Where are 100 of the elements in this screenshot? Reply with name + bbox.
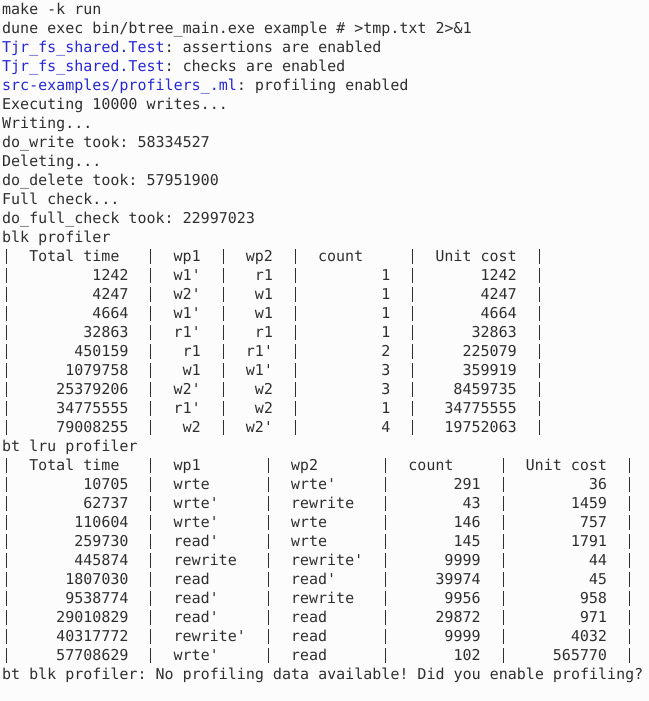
table-cell-text: 146 bbox=[452, 513, 482, 532]
table-cell-text: read bbox=[290, 627, 328, 646]
table-cell-text: 8459735 bbox=[452, 380, 518, 399]
table-cell-text: w2 bbox=[254, 399, 274, 418]
table-cell-text: rewrite' bbox=[290, 551, 364, 570]
table-cell-text: 4247 bbox=[91, 285, 130, 304]
table-cell-text: read' bbox=[290, 570, 338, 589]
table-cell-text: 1 bbox=[380, 304, 392, 323]
table-cell-text: r1' bbox=[172, 399, 202, 418]
table-cell-text: 110604 bbox=[73, 513, 130, 532]
column-header: Total time bbox=[28, 456, 120, 475]
table-cell-text: w1 bbox=[254, 304, 274, 323]
table-cell-text: 9999 bbox=[443, 551, 482, 570]
table-cell-text: 4664 bbox=[91, 304, 130, 323]
table-cell-text: 62737 bbox=[82, 494, 130, 513]
output-line: make -k run bbox=[2, 0, 102, 19]
table-cell-text: 757 bbox=[578, 513, 608, 532]
table-cell-text: 1242 bbox=[91, 266, 130, 285]
output-line: do_delete took: 57951900 bbox=[2, 171, 220, 190]
table-cell-text: wrte' bbox=[172, 513, 220, 532]
table-cell-text: r1 bbox=[254, 323, 274, 342]
table-cell-text: wrte bbox=[290, 513, 328, 532]
table-cell-text: 1242 bbox=[480, 266, 518, 285]
table-cell-text: w1' bbox=[244, 361, 274, 380]
table-cell-text: read bbox=[290, 608, 328, 627]
table-cell-text: 10705 bbox=[82, 475, 130, 494]
table-cell-text: 225079 bbox=[461, 342, 518, 361]
output-line: blk profiler bbox=[2, 228, 112, 247]
table-cell-text: 3 bbox=[380, 380, 392, 399]
table-cell-text: 36 bbox=[588, 475, 608, 494]
table-cell-text: 565770 bbox=[552, 646, 608, 665]
table-cell-text: read' bbox=[172, 589, 220, 608]
table-cell-text: 4247 bbox=[480, 285, 518, 304]
table-cell-text: 34775555 bbox=[55, 399, 130, 418]
table-cell-text: 1 bbox=[380, 285, 392, 304]
table-cell-text: 39974 bbox=[434, 570, 482, 589]
table-cell-text: wrte' bbox=[172, 494, 220, 513]
table-cell-text: rewrite bbox=[290, 494, 356, 513]
output-line: Deleting... bbox=[2, 152, 102, 171]
table-cell-text: w2' bbox=[172, 285, 202, 304]
table-cell-text: wrte' bbox=[290, 475, 338, 494]
output-line: Tjr_fs_shared.Test: checks are enabled bbox=[2, 57, 346, 76]
column-header: Unit cost bbox=[524, 456, 608, 475]
table-cell-text: read bbox=[172, 570, 211, 589]
table-cell-text: 1079758 bbox=[64, 361, 130, 380]
table-cell-text: 971 bbox=[578, 608, 608, 627]
table-cell-text: 359919 bbox=[461, 361, 518, 380]
column-header: count bbox=[407, 456, 454, 475]
table-cell-text: 29872 bbox=[434, 608, 482, 627]
table-cell-text: 43 bbox=[461, 494, 482, 513]
table-cell-text: 1459 bbox=[570, 494, 608, 513]
table-cell-text: 958 bbox=[578, 589, 608, 608]
table-cell-text: wrte' bbox=[172, 646, 220, 665]
table-cell-text: 9538774 bbox=[64, 589, 130, 608]
table-cell-text: 1 bbox=[380, 323, 392, 342]
column-header: Unit cost bbox=[434, 247, 518, 266]
output-line: do_full_check took: 22997023 bbox=[2, 209, 256, 228]
table-cell-text: w1 bbox=[182, 361, 202, 380]
table-cell-text: 445874 bbox=[73, 551, 130, 570]
table-cell-text: 40317772 bbox=[55, 627, 130, 646]
table-cell-text: 102 bbox=[452, 646, 482, 665]
table-cell-text: 34775555 bbox=[443, 399, 518, 418]
table-cell-text: r1 bbox=[254, 266, 274, 285]
table-cell-text: 4664 bbox=[480, 304, 518, 323]
table-cell-text: 1791 bbox=[570, 532, 608, 551]
table-cell-text: 4032 bbox=[570, 627, 608, 646]
table-cell-text: w2 bbox=[182, 418, 202, 437]
column-header: Total time bbox=[28, 247, 120, 266]
table-cell-text: rewrite bbox=[290, 589, 356, 608]
table-cell-text: rewrite bbox=[172, 551, 238, 570]
table-cell-text: r1' bbox=[244, 342, 274, 361]
table-cell-text: read bbox=[290, 646, 328, 665]
table-cell-text: 45 bbox=[588, 570, 608, 589]
table-cell-text: r1' bbox=[172, 323, 202, 342]
output-line: src-examples/profilers_.ml: profiling enabled bbox=[2, 76, 410, 95]
table-cell-text: 19752063 bbox=[443, 418, 518, 437]
column-header: wp2 bbox=[244, 247, 274, 266]
output-line: Tjr_fs_shared.Test: assertions are enabled bbox=[2, 38, 382, 57]
column-header: wp1 bbox=[172, 456, 202, 475]
column-header: wp1 bbox=[172, 247, 202, 266]
output-line: Executing 10000 writes... bbox=[2, 95, 229, 114]
table-cell-text: rewrite' bbox=[172, 627, 247, 646]
table-cell-text: w2 bbox=[254, 380, 274, 399]
table-cell-text: 1807030 bbox=[64, 570, 130, 589]
table-cell-text: read' bbox=[172, 532, 220, 551]
table-cell-text: 57708629 bbox=[55, 646, 130, 665]
table-cell-text: 145 bbox=[452, 532, 482, 551]
table-cell-text: w2' bbox=[172, 380, 202, 399]
table-cell-text: 25379206 bbox=[55, 380, 130, 399]
table-cell-text: read' bbox=[172, 608, 220, 627]
table-cell-text: w1' bbox=[172, 304, 202, 323]
table-cell-text: 259730 bbox=[73, 532, 130, 551]
table-cell-text: 1 bbox=[380, 266, 392, 285]
table-cell-text: 450159 bbox=[73, 342, 130, 361]
table-cell-text: w2' bbox=[244, 418, 274, 437]
output-line: dune exec bin/btree_main.exe example # >tmp.txt 2>&1 bbox=[2, 19, 473, 38]
output-line: do_write took: 58334527 bbox=[2, 133, 211, 152]
column-header: wp2 bbox=[290, 456, 319, 475]
output-line: bt lru profiler bbox=[2, 437, 138, 456]
table-cell-text: wrte bbox=[290, 532, 328, 551]
